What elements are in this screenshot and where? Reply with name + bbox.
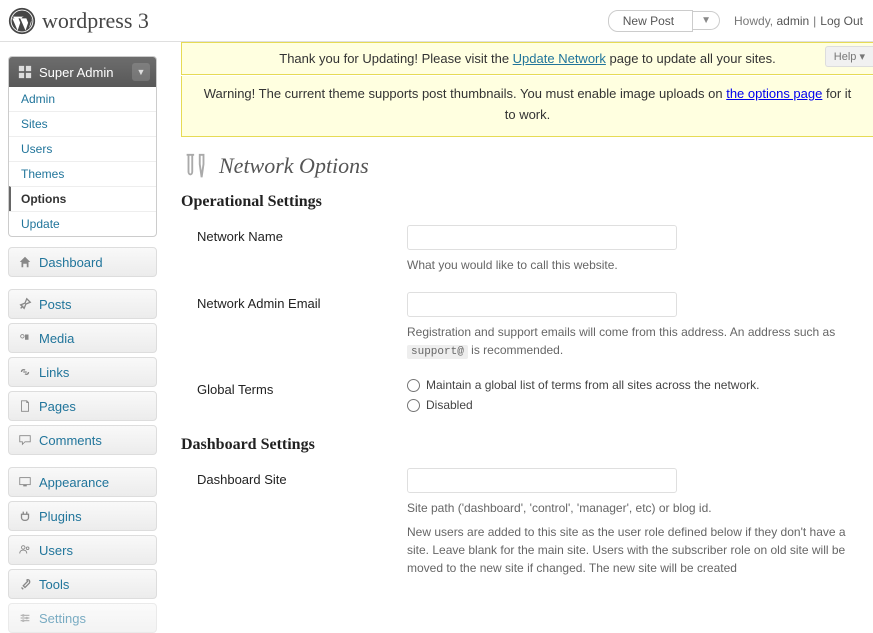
network-email-desc: Registration and support emails will com… (407, 323, 863, 361)
howdy-text: Howdy, (734, 14, 776, 28)
menu-media[interactable]: Media (8, 323, 157, 353)
new-post-dropdown[interactable]: ▼ (693, 11, 720, 30)
update-network-link[interactable]: Update Network (513, 51, 606, 66)
dashboard-site-desc1: Site path ('dashboard', 'control', 'mana… (407, 499, 863, 517)
menu-dashboard[interactable]: Dashboard (8, 247, 157, 277)
home-icon (17, 254, 33, 270)
network-name-input[interactable] (407, 225, 677, 250)
submenu-update[interactable]: Update (9, 211, 156, 236)
update-notice: Thank you for Updating! Please visit the… (181, 42, 873, 75)
network-name-label: Network Name (197, 225, 407, 244)
settings-icon (17, 610, 33, 626)
link-icon (17, 364, 33, 380)
network-name-desc: What you would like to call this website… (407, 256, 863, 274)
media-icon (17, 330, 33, 346)
section-operational: Operational Settings (181, 193, 873, 211)
menu-links[interactable]: Links (8, 357, 157, 387)
new-post-button[interactable]: New Post (608, 10, 693, 32)
menu-appearance[interactable]: Appearance (8, 467, 157, 497)
options-page-link[interactable]: the options page (726, 86, 822, 101)
network-email-label: Network Admin Email (197, 292, 407, 311)
submenu-options[interactable]: Options (9, 186, 156, 211)
submenu-themes[interactable]: Themes (9, 161, 156, 186)
dashboard-site-desc2: New users are added to this site as the … (407, 523, 863, 577)
page-icon (17, 398, 33, 414)
logout-link[interactable]: Log Out (820, 14, 863, 28)
page-title: Network Options (219, 153, 369, 179)
warning-notice: Warning! The current theme supports post… (181, 76, 873, 137)
profile-link[interactable]: admin (776, 14, 809, 28)
menu-users[interactable]: Users (8, 535, 157, 565)
appearance-icon (17, 474, 33, 490)
wordpress-logo-icon (8, 7, 36, 35)
global-terms-radio-on[interactable] (407, 379, 420, 392)
menu-super-admin[interactable]: Super Admin ▼ (9, 57, 156, 87)
submenu-users[interactable]: Users (9, 136, 156, 161)
section-dashboard: Dashboard Settings (181, 436, 873, 454)
site-title[interactable]: wordpress 3 (42, 8, 149, 34)
global-terms-label: Global Terms (197, 378, 407, 397)
collapse-icon: ▼ (132, 63, 150, 81)
users-icon (17, 542, 33, 558)
dashboard-site-label: Dashboard Site (197, 468, 407, 487)
help-tab[interactable]: Help ▾ (825, 46, 873, 67)
plugin-icon (17, 508, 33, 524)
menu-comments[interactable]: Comments (8, 425, 157, 455)
menu-settings[interactable]: Settings (8, 603, 157, 633)
comment-icon (17, 432, 33, 448)
pin-icon (17, 296, 33, 312)
network-email-input[interactable] (407, 292, 677, 317)
submenu-admin[interactable]: Admin (9, 87, 156, 111)
tools-page-icon (181, 151, 211, 181)
tools-icon (17, 576, 33, 592)
menu-pages[interactable]: Pages (8, 391, 157, 421)
dashboard-site-input[interactable] (407, 468, 677, 493)
submenu-sites[interactable]: Sites (9, 111, 156, 136)
menu-plugins[interactable]: Plugins (8, 501, 157, 531)
sites-icon (17, 64, 33, 80)
menu-posts[interactable]: Posts (8, 289, 157, 319)
global-terms-radio-off[interactable] (407, 399, 420, 412)
